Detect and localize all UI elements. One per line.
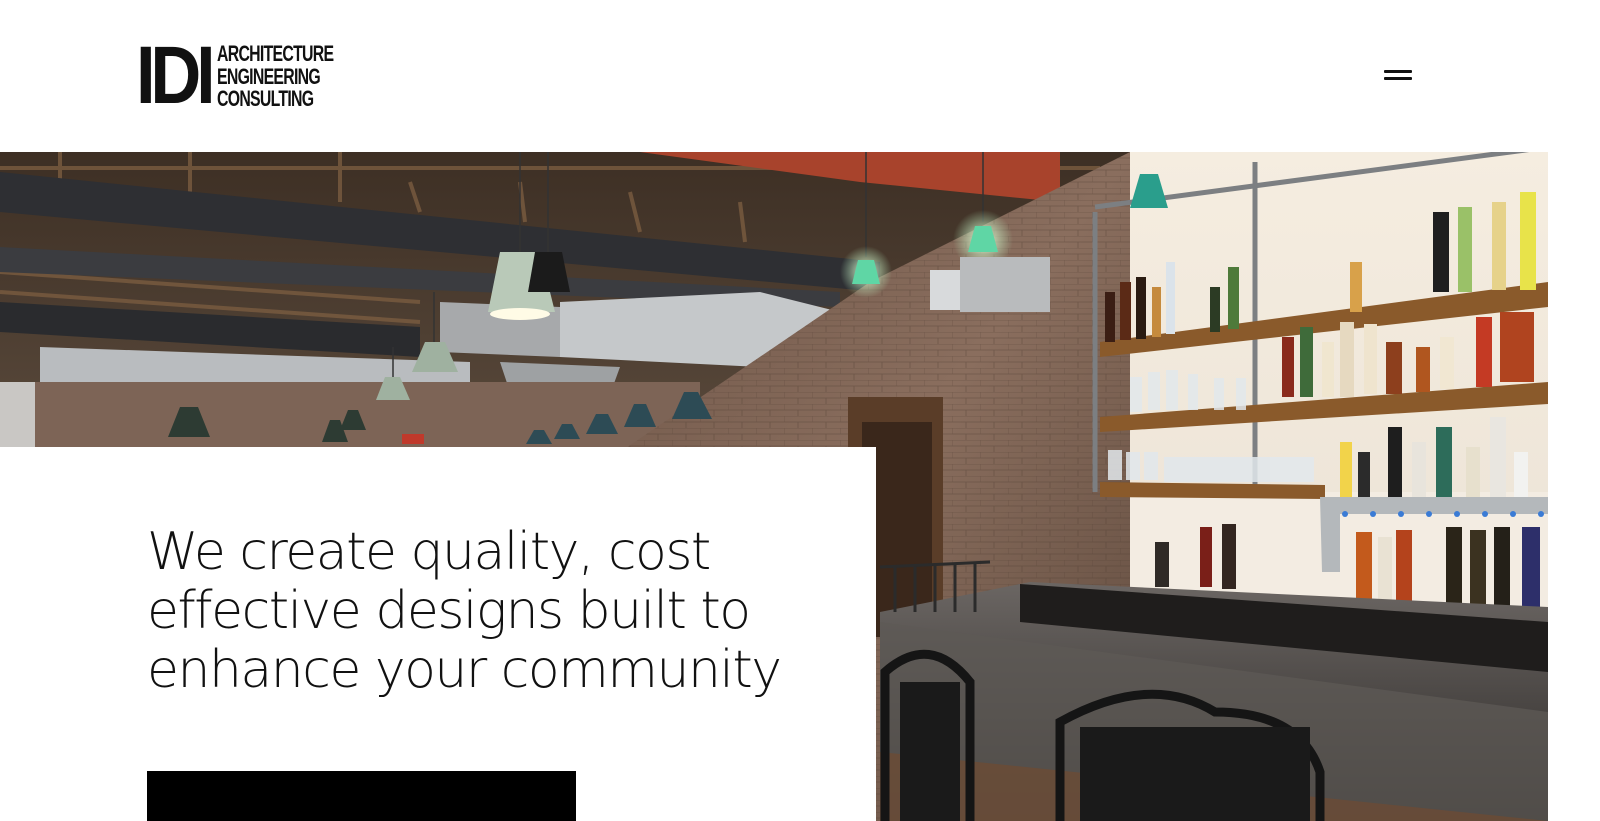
logo-mark: IDI (136, 42, 211, 110)
logo-line-architecture: ARCHITECTURE (216, 41, 334, 66)
site-header: IDI ARCHITECTURE ENGINEERING CONSULTING (0, 0, 1548, 152)
hamburger-menu-icon[interactable] (1380, 66, 1416, 86)
menu-bar-bottom (1384, 77, 1412, 80)
page: IDI ARCHITECTURE ENGINEERING CONSULTING (0, 0, 1600, 821)
cta-button[interactable] (147, 771, 576, 821)
logo-line-consulting: CONSULTING (216, 86, 314, 111)
menu-bar-top (1384, 70, 1412, 73)
hero-headline: We create quality, cost effective design… (147, 522, 782, 700)
logo-line-engineering: ENGINEERING (216, 63, 321, 89)
logo-wordmark: ARCHITECTURE ENGINEERING CONSULTING (215, 42, 337, 110)
hero-text-card: We create quality, cost effective design… (0, 447, 876, 821)
site-logo[interactable]: IDI ARCHITECTURE ENGINEERING CONSULTING (136, 42, 337, 110)
